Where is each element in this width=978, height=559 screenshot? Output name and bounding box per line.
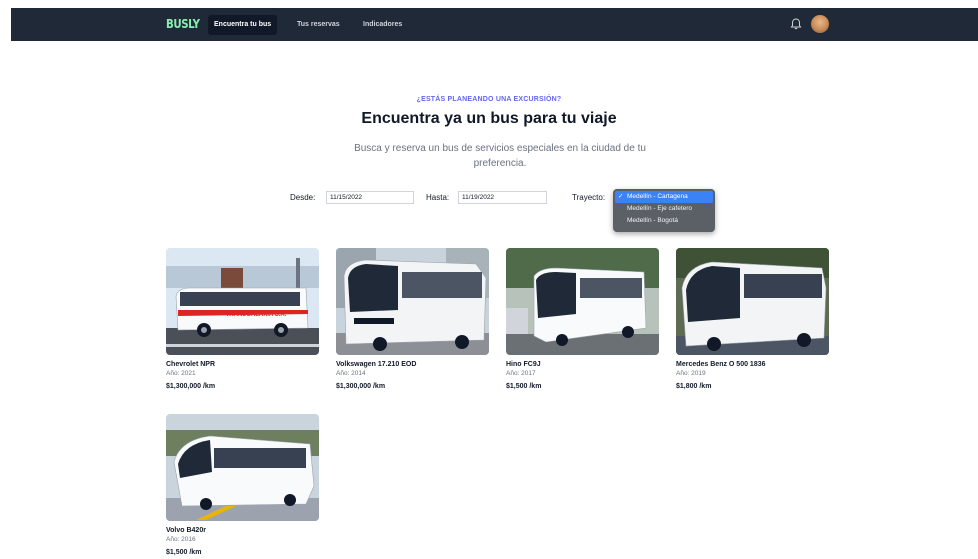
bus-year: Año: 2016 — [166, 536, 196, 543]
bell-icon[interactable] — [789, 17, 803, 31]
bus-price: $1,300,000 /km — [166, 383, 216, 390]
desde-label: Desde: — [290, 193, 316, 202]
trayecto-option-label: Medellín - Cartagena — [627, 193, 688, 200]
bus-year: Año: 2014 — [336, 370, 366, 377]
bus-photo[interactable] — [676, 248, 829, 355]
trayecto-option[interactable]: ✓ Medellín - Cartagena — [615, 191, 713, 203]
bus-card[interactable]: Mercedes Benz O 500 1836 Año: 2019 $1,80… — [676, 248, 829, 390]
bus-card[interactable]: TRANSGALAXIA S.A. Chevrolet NPR Año: 202… — [166, 248, 319, 390]
bus-name: Chevrolet NPR — [166, 361, 216, 368]
bus-year: Año: 2017 — [506, 370, 536, 377]
hero-subtitle: Busca y reserva un bus de servicios espe… — [354, 143, 646, 169]
avatar[interactable] — [811, 15, 829, 33]
bus-year: Año: 2021 — [166, 370, 196, 377]
bus-price: $1,500 /km — [506, 383, 542, 390]
nav-link-indicadores[interactable]: Indicadores — [357, 15, 408, 35]
bus-livery-text: TRANSGALAXIA S.A. — [226, 312, 287, 318]
nav-link-reservas[interactable]: Tus reservas — [291, 15, 346, 35]
page-title: Encuentra ya un bus para tu viaje — [361, 110, 617, 127]
trayecto-option-label: Medellín - Bogotá — [627, 217, 678, 224]
bus-photo[interactable] — [506, 248, 659, 355]
nav-link-encuentra[interactable]: Encuentra tu bus — [208, 15, 278, 35]
bus-card[interactable]: Volkswagen 17.210 EOD Año: 2014 $1,300,0… — [336, 248, 489, 390]
bus-price: $1,500 /km — [166, 549, 202, 556]
bus-photo[interactable] — [336, 248, 489, 355]
bus-card[interactable]: Volvo B420r Año: 2016 $1,500 /km — [166, 414, 319, 556]
bus-price: $1,300,000 /km — [336, 383, 386, 390]
trayecto-dropdown[interactable]: ✓ Medellín - Cartagena Medellín - Eje ca… — [613, 189, 715, 232]
desde-date-input[interactable]: 11/15/2022 — [326, 191, 414, 204]
check-icon: ✓ — [618, 193, 624, 200]
hasta-date-input[interactable]: 11/19/2022 — [458, 191, 547, 204]
bus-name: Volvo B420r — [166, 527, 206, 534]
bus-name: Volkswagen 17.210 EOD — [336, 361, 417, 368]
bus-name: Hino FC9J — [506, 361, 541, 368]
bus-name: Mercedes Benz O 500 1836 — [676, 361, 766, 368]
brand-logo[interactable]: BUSLY — [166, 17, 200, 31]
bus-year: Año: 2019 — [676, 370, 706, 377]
trayecto-option[interactable]: Medellín - Bogotá — [615, 215, 713, 227]
trayecto-option[interactable]: Medellín - Eje cafetero — [615, 203, 713, 215]
bus-photo[interactable] — [166, 414, 319, 521]
bus-price: $1,800 /km — [676, 383, 712, 390]
bus-card[interactable]: Hino FC9J Año: 2017 $1,500 /km — [506, 248, 659, 390]
bus-photo[interactable]: TRANSGALAXIA S.A. — [166, 248, 319, 355]
trayecto-label: Trayecto: — [572, 193, 606, 202]
trayecto-option-label: Medellín - Eje cafetero — [627, 205, 693, 212]
top-navbar: BUSLY Encuentra tu bus Tus reservas Indi… — [11, 8, 978, 41]
hero-kicker: ¿ESTÁS PLANEANDO UNA EXCURSIÓN? — [416, 96, 562, 103]
hasta-label: Hasta: — [426, 193, 450, 202]
